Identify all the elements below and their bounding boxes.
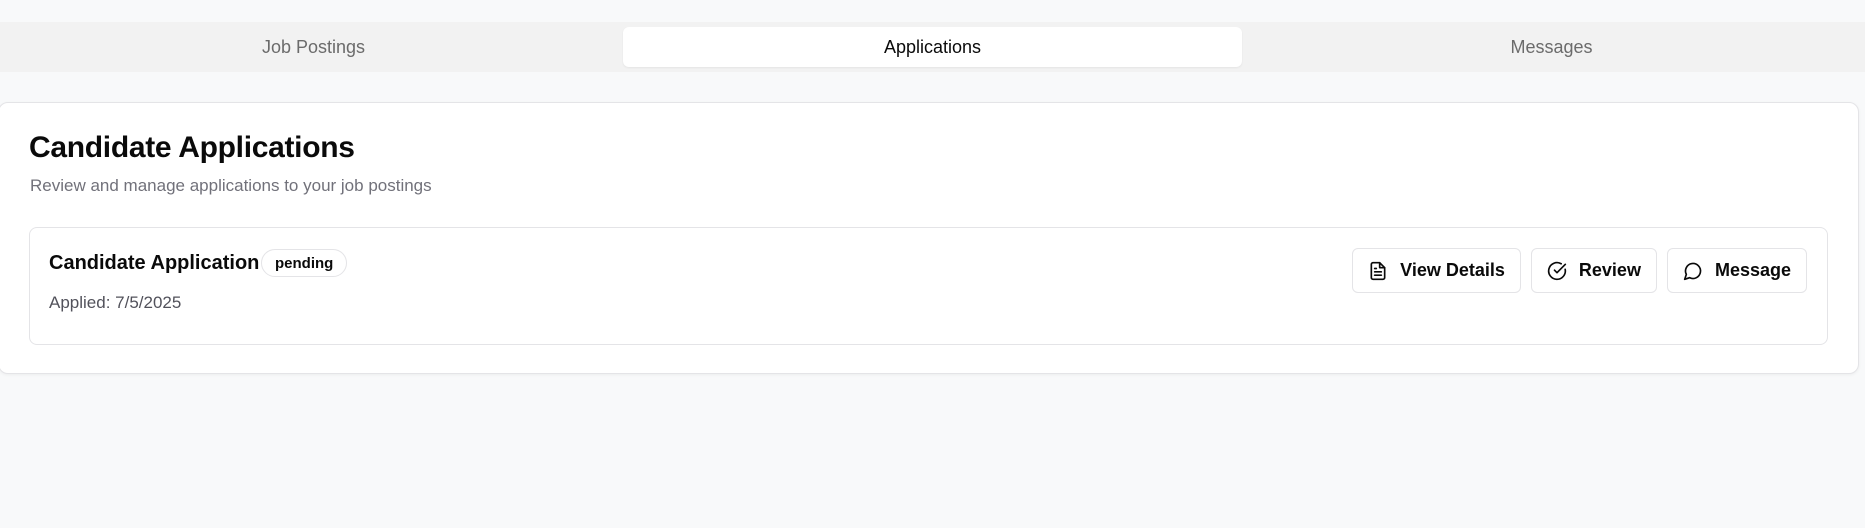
file-text-icon [1368,261,1388,281]
message-button[interactable]: Message [1666,248,1807,293]
view-details-button[interactable]: View Details [1352,248,1521,293]
status-badge: pending [261,249,348,277]
applications-card: Candidate Applications Review and manage… [0,102,1859,374]
tab-bar: Job Postings Applications Messages [0,22,1865,72]
application-name: Candidate Application [49,252,260,274]
application-item: Candidate Application pending Applied: 7… [29,227,1828,345]
check-circle-icon [1547,261,1567,281]
card-subtitle: Review and manage applications to your j… [30,176,432,195]
applied-date: Applied: 7/5/2025 [49,293,182,312]
application-actions: View Details Review Message [1352,248,1807,293]
tab-applications[interactable]: Applications [623,27,1242,67]
message-circle-icon [1683,261,1703,281]
tab-messages[interactable]: Messages [1242,27,1861,67]
card-title: Candidate Applications [29,131,355,164]
view-details-label: View Details [1400,260,1505,280]
review-button[interactable]: Review [1530,248,1657,293]
message-label: Message [1714,260,1791,280]
review-label: Review [1578,260,1641,280]
tab-job-postings[interactable]: Job Postings [4,27,623,67]
